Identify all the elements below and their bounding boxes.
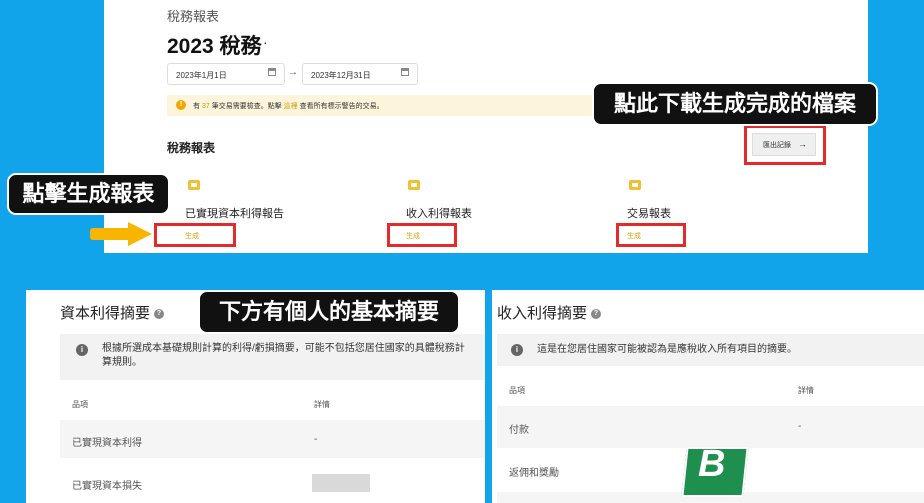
column-header-item: 品項 <box>509 386 525 395</box>
report-icon <box>188 180 200 190</box>
page-title[interactable]: 2023 稅務 <box>167 30 262 60</box>
reports-section-title: 稅務報表 <box>167 141 216 155</box>
column-header-item: 品項 <box>72 400 88 409</box>
highlight-box <box>744 125 826 165</box>
report-title-transactions: 交易報表 <box>627 208 671 220</box>
report-title-income: 收入利得報表 <box>406 208 472 220</box>
loading-placeholder <box>312 474 370 492</box>
warning-icon: ! <box>176 100 186 110</box>
callout-download-label: 點此下載生成完成的檔案 <box>592 82 878 126</box>
end-date-picker[interactable]: 2023年12月31日 <box>302 63 418 85</box>
alert-suffix: 查看所有標示警告的交易。 <box>299 103 384 110</box>
capital-gains-summary-heading: 資本利得摘要? <box>60 302 165 323</box>
report-icon <box>629 180 641 190</box>
end-date-value: 2023年12月31日 <box>311 71 371 80</box>
income-summary-heading: 收入利得摘要? <box>497 302 602 323</box>
alert-middle: 筆交易需要檢查。點擊 <box>211 103 282 110</box>
capital-info-bar: i 根據所選成本基礎規則計算的利得/虧損摘要，可能不包括您居住國家的具體稅務計算… <box>60 334 485 380</box>
calendar-icon <box>401 68 409 76</box>
help-icon[interactable]: ? <box>591 309 602 320</box>
row-detail: - <box>314 434 318 445</box>
column-header-detail: 詳情 <box>798 386 814 395</box>
alert-prefix: 有 <box>193 103 200 110</box>
income-info-text: 這是在您居住國家可能被認為是應稅收入所有項目的摘要。 <box>537 344 797 355</box>
row-item: 已實現資本利得 <box>72 438 142 449</box>
column-header-detail: 詳情 <box>314 400 330 409</box>
alert-link[interactable]: 這裡 <box>284 103 298 110</box>
year-dropdown-icon[interactable]: · <box>263 34 268 50</box>
highlight-box <box>154 223 236 247</box>
report-icon <box>408 180 420 190</box>
heading-text: 資本利得摘要 <box>60 305 151 322</box>
income-info-bar: i 這是在您居住國家可能被認為是應稅收入所有項目的摘要。 <box>497 334 924 366</box>
report-title-capital-gains: 已實現資本利得報告 <box>185 208 284 220</box>
row-item: 已實現資本損失 <box>72 481 142 492</box>
highlight-box <box>387 223 457 247</box>
yellow-arrow-icon <box>90 222 152 246</box>
callout-generate-label: 點擊生成報表 <box>7 173 170 215</box>
start-date-picker[interactable]: 2023年1月1日 <box>167 63 285 85</box>
start-date-value: 2023年1月1日 <box>176 71 227 80</box>
help-icon[interactable]: ? <box>154 309 165 320</box>
row-detail: - <box>798 421 802 432</box>
alert-count: 37 <box>201 103 210 110</box>
watermark-domain: JSKTZ.COM <box>775 483 857 495</box>
heading-text: 收入利得摘要 <box>497 305 588 322</box>
highlight-box <box>616 223 686 247</box>
info-icon: i <box>76 344 88 356</box>
row-item: 付款 <box>509 425 529 436</box>
capital-info-text: 根據所選成本基礎規則計算的利得/虧損摘要，可能不包括您居住國家的具體稅務計算規則… <box>102 343 465 368</box>
info-icon: i <box>511 344 523 356</box>
row-item: 返佣和獎勵 <box>509 468 559 479</box>
date-range-arrow: → <box>288 67 298 78</box>
callout-summary-label: 下方有個人的基本摘要 <box>198 290 460 334</box>
watermark-logo-letter: B <box>698 443 726 485</box>
table-row <box>497 406 924 448</box>
page-subtitle: 稅務報表 <box>167 9 220 24</box>
calendar-icon <box>268 68 276 76</box>
